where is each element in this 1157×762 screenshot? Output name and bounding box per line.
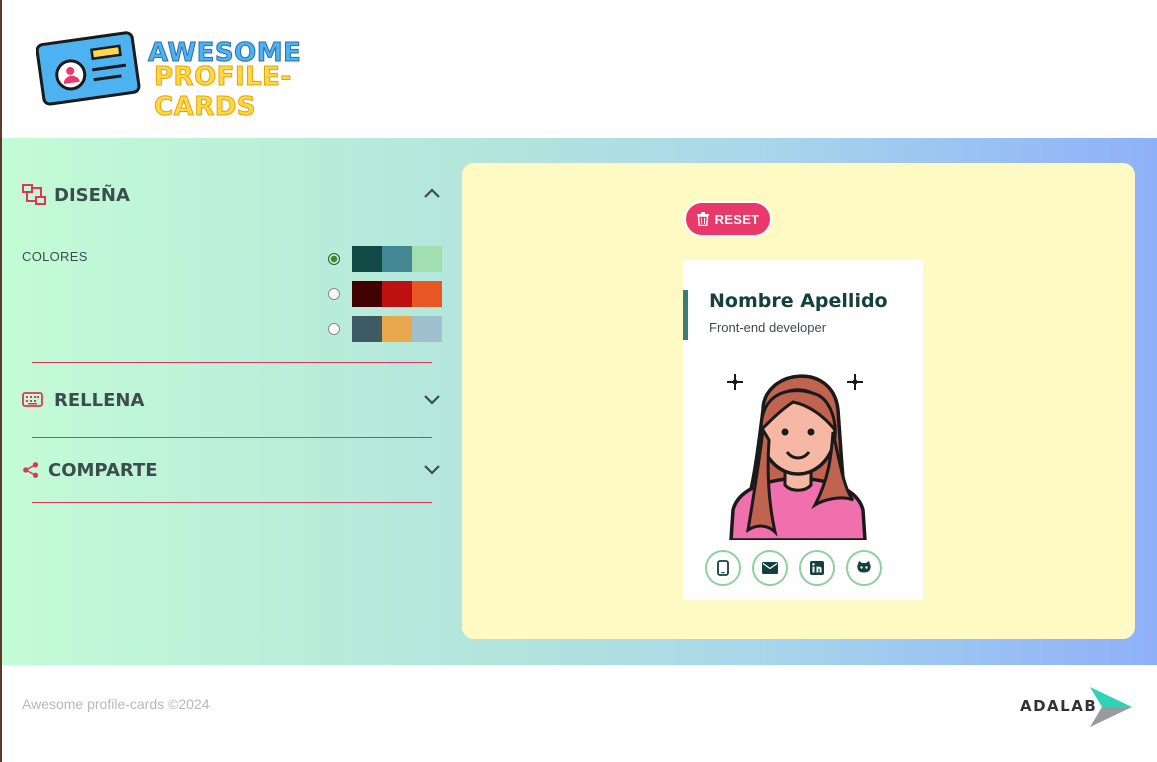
- github-link[interactable]: [846, 550, 882, 586]
- adalab-logo[interactable]: ADALAB: [1020, 685, 1132, 729]
- linkedin-icon: [810, 561, 824, 575]
- section-fill-header[interactable]: RELLENA: [22, 385, 442, 415]
- palette-1-swatch-1: [352, 246, 382, 272]
- palette-radio-3[interactable]: [328, 323, 340, 335]
- card-accent-bar: [683, 290, 688, 340]
- card-name: Nombre Apellido: [709, 290, 888, 312]
- section-design-header[interactable]: DISEÑA: [22, 180, 442, 210]
- avatar-woman-icon: [727, 374, 867, 540]
- phone-icon: [717, 560, 729, 576]
- section-design-title: DISEÑA: [54, 184, 130, 206]
- palette-option-2[interactable]: [328, 281, 442, 307]
- section-divider: [32, 502, 432, 503]
- section-fill-title: RELLENA: [54, 389, 145, 411]
- keyboard-icon: [22, 392, 43, 407]
- profile-card-logo-icon: [35, 31, 141, 106]
- palette-1-swatch-3: [412, 246, 442, 272]
- email-link[interactable]: [752, 550, 788, 586]
- profile-card: Nombre Apellido Front-end developer: [683, 260, 923, 600]
- section-share-header[interactable]: COMPARTE: [22, 455, 442, 485]
- chevron-down-icon[interactable]: [422, 459, 442, 479]
- section-divider: [32, 362, 432, 363]
- app-logo[interactable]: AWESOME PROFILE-CARDS: [35, 28, 376, 123]
- colors-label: COLORES: [22, 249, 88, 264]
- email-icon: [762, 562, 778, 574]
- chevron-up-icon[interactable]: [422, 184, 442, 204]
- site-footer: Awesome profile-cards ©2024 ADALAB: [2, 665, 1157, 762]
- palette-2-swatch-1: [352, 281, 382, 307]
- logo-title-line2: PROFILE-CARDS: [154, 62, 292, 123]
- palette-1-swatch-2: [382, 246, 412, 272]
- editor-main: DISEÑA COLORES RELLENA COMPARTE RESET No…: [2, 138, 1157, 665]
- section-divider: [32, 437, 432, 438]
- layout-icon: [22, 184, 46, 205]
- palette-3-swatch-2: [382, 316, 412, 342]
- copyright-text: Awesome profile-cards ©2024: [22, 696, 210, 712]
- card-preview: RESET Nombre Apellido Front-end develope…: [462, 163, 1135, 639]
- palette-radio-1[interactable]: [328, 253, 340, 265]
- palette-3-swatch-1: [352, 316, 382, 342]
- section-share-title: COMPARTE: [48, 459, 158, 481]
- github-icon: [857, 561, 871, 573]
- share-icon: [23, 462, 39, 478]
- social-links: [705, 550, 895, 586]
- palette-option-1[interactable]: [328, 246, 442, 272]
- linkedin-link[interactable]: [799, 550, 835, 586]
- palette-option-3[interactable]: [328, 316, 442, 342]
- trash-icon: [696, 212, 709, 226]
- site-header: AWESOME PROFILE-CARDS: [2, 0, 1157, 138]
- card-job: Front-end developer: [709, 320, 827, 335]
- chevron-down-icon[interactable]: [422, 389, 442, 409]
- palette-2-swatch-3: [412, 281, 442, 307]
- palette-radio-2[interactable]: [328, 288, 340, 300]
- reset-label: RESET: [714, 211, 760, 227]
- phone-link[interactable]: [705, 550, 741, 586]
- adalab-brand-text: ADALAB: [1020, 697, 1098, 715]
- palette-3-swatch-3: [412, 316, 442, 342]
- reset-button[interactable]: RESET: [684, 201, 772, 237]
- palette-2-swatch-2: [382, 281, 412, 307]
